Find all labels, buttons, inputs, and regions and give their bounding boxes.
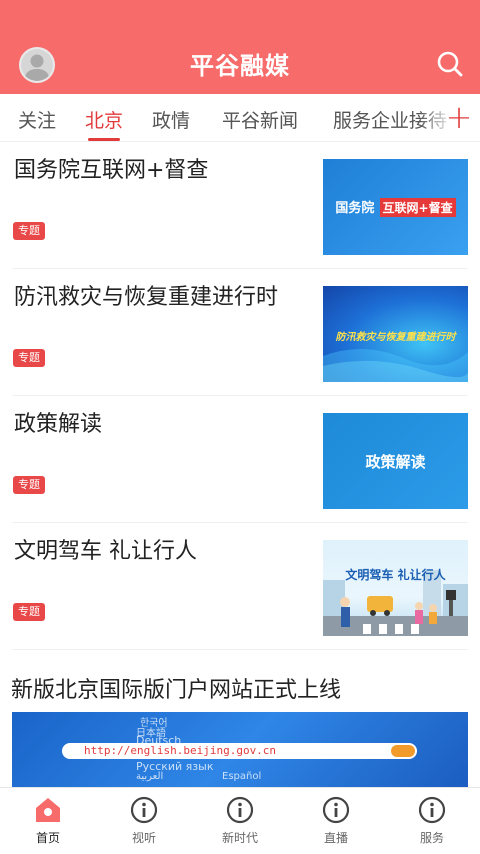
info-circle-icon	[322, 796, 350, 824]
nav-service[interactable]: 服务	[384, 788, 480, 854]
news-thumbnail: 政策解读	[323, 413, 468, 509]
tab-beijing[interactable]: 北京	[85, 106, 123, 133]
nav-label: 直播	[323, 831, 348, 845]
tab-pinggu-news[interactable]: 平谷新闻	[222, 106, 298, 133]
topic-badge: 专题	[13, 476, 45, 494]
home-icon	[36, 798, 60, 822]
lang-label: العربية	[136, 771, 164, 782]
news-title: 政策解读	[14, 412, 103, 437]
nav-label: 服务	[419, 831, 444, 845]
nav-label: 新时代	[221, 831, 258, 845]
list-item[interactable]: 文明驾车 礼让行人 专题 文明驾车 礼让行人	[12, 523, 468, 650]
list-item[interactable]: 政策解读 专题 政策解读	[12, 396, 468, 523]
thumb-text: 文明驾车 礼让行人	[345, 568, 446, 582]
lang-label: Español	[222, 771, 262, 782]
plus-icon[interactable]: +	[445, 98, 473, 136]
feature-banner[interactable]: 한국어 日本語 Deutsch http://english.beijing.g…	[12, 712, 468, 788]
active-tab-indicator	[88, 138, 120, 141]
nav-label: 首页	[35, 831, 60, 845]
topic-badge: 专题	[13, 603, 45, 621]
nav-label: 视听	[131, 831, 156, 845]
topic-badge: 专题	[13, 349, 45, 367]
list-item[interactable]: 国务院互联网+督查 专题 国务院 互联网+督查	[12, 142, 468, 269]
bottom-nav: 首页 视听 新时代 直播 服务	[0, 787, 480, 853]
thumb-text: 国务院	[335, 201, 375, 216]
news-thumbnail: 文明驾车 礼让行人	[323, 540, 468, 636]
url-text: http://english.beijing.gov.cn	[84, 744, 277, 757]
search-icon	[391, 745, 415, 757]
news-title: 防汛救灾与恢复重建进行时	[14, 285, 279, 310]
news-thumbnail: 防汛救灾与恢复重建进行时	[323, 286, 468, 382]
channel-tabs: 关注 北京 政情 平谷新闻 服务企业接待 +	[0, 94, 480, 142]
thumb-text: 防汛救灾与恢复重建进行时	[335, 332, 456, 343]
info-circle-icon	[418, 796, 446, 824]
info-circle-icon	[226, 796, 254, 824]
app-title: 平谷融媒	[190, 52, 290, 80]
news-title: 国务院互联网+督查	[14, 158, 209, 183]
app-header: 平谷融媒	[0, 0, 480, 94]
info-circle-icon	[130, 796, 158, 824]
tab-politics[interactable]: 政情	[152, 106, 190, 133]
feature-title[interactable]: 新版北京国际版门户网站正式上线	[11, 672, 341, 704]
nav-media[interactable]: 视听	[96, 788, 192, 854]
search-icon[interactable]	[436, 50, 464, 78]
nav-home[interactable]: 首页	[0, 788, 96, 854]
nav-new-era[interactable]: 新时代	[192, 788, 288, 854]
nav-live[interactable]: 直播	[288, 788, 384, 854]
topic-badge: 专题	[13, 222, 45, 240]
url-bar: http://english.beijing.gov.cn	[62, 743, 417, 759]
list-item[interactable]: 防汛救灾与恢复重建进行时 专题 防汛救灾与恢复重建进行时	[12, 269, 468, 396]
news-thumbnail: 国务院 互联网+督查	[323, 159, 468, 255]
thumb-highlight: 互联网+督查	[379, 198, 456, 217]
tab-follow[interactable]: 关注	[18, 106, 56, 133]
news-title: 文明驾车 礼让行人	[14, 539, 197, 564]
thumb-text: 政策解读	[365, 453, 426, 471]
